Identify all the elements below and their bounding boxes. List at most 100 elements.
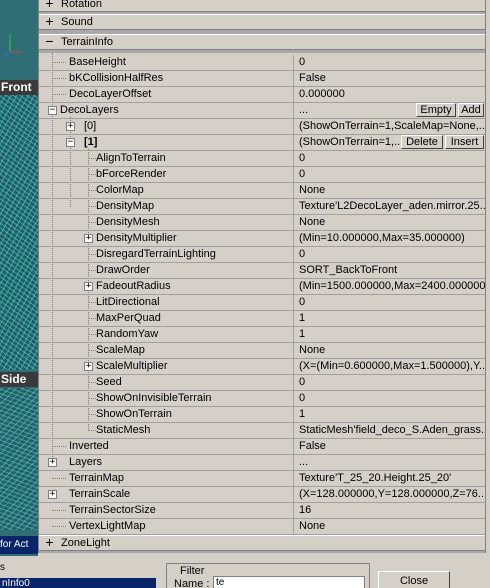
property-value[interactable]: 1 <box>294 407 485 422</box>
property-value[interactable]: (Min=1500.000000,Max=2400.000000) <box>294 279 485 294</box>
category-sound[interactable]: + Sound <box>39 14 485 30</box>
property-row-decolayer-1[interactable]: − [1] (ShowOnTerrain=1,... Delete Insert <box>39 135 485 151</box>
property-value[interactable]: None <box>294 183 485 198</box>
property-row-vertexlightmap[interactable]: VertexLightMap None <box>39 519 485 535</box>
property-row-terrainmap[interactable]: TerrainMap Texture'T_25_20.Height.25_20' <box>39 471 485 487</box>
property-name: DensityMap <box>96 200 155 212</box>
property-value[interactable]: ... <box>294 455 485 470</box>
expand-icon[interactable]: + <box>66 122 75 131</box>
property-name: DisregardTerrainLighting <box>96 248 216 260</box>
property-value[interactable]: Texture'T_25_20.Height.25_20' <box>294 471 485 486</box>
property-row-showonterrain[interactable]: ShowOnTerrain 1 <box>39 407 485 423</box>
expand-icon[interactable]: + <box>48 458 57 467</box>
property-row-terrainsectorsize[interactable]: TerrainSectorSize 16 <box>39 503 485 519</box>
property-row-scalemultiplier[interactable]: + ScaleMultiplier (X=(Min=0.600000,Max=1.… <box>39 359 485 375</box>
property-row-scalemap[interactable]: ScaleMap None <box>39 343 485 359</box>
property-name: TerrainMap <box>69 472 125 484</box>
property-value[interactable]: Texture'L2DecoLayer_aden.mirror.25... <box>294 199 485 214</box>
property-row-decolayeroffset[interactable]: DecoLayerOffset 0.000000 <box>39 87 485 103</box>
property-name: [1] <box>84 136 98 148</box>
scrollbar[interactable] <box>485 0 490 553</box>
property-value[interactable]: 0 <box>294 295 485 310</box>
property-row-layers[interactable]: + Layers ... <box>39 455 485 471</box>
name-label: Name : <box>174 578 210 588</box>
property-value[interactable]: 0.000000 <box>294 87 485 102</box>
property-value[interactable]: SORT_BackToFront <box>294 263 485 278</box>
property-row-bkcollisionhalfres[interactable]: bKCollisionHalfRes False <box>39 71 485 87</box>
property-value[interactable]: 0 <box>294 375 485 390</box>
property-row-decolayers[interactable]: − DecoLayers ... Empty Add <box>39 103 485 119</box>
property-value[interactable]: 1 <box>294 327 485 342</box>
property-name: AlignToTerrain <box>96 152 166 164</box>
collapse-icon[interactable]: − <box>44 34 55 48</box>
property-row-randomyaw[interactable]: RandomYaw 1 <box>39 327 485 343</box>
property-row-fadeoutradius[interactable]: + FadeoutRadius (Min=1500.000000,Max=2400… <box>39 279 485 295</box>
property-row-densitymultiplier[interactable]: + DensityMultiplier (Min=10.000000,Max=35… <box>39 231 485 247</box>
property-value[interactable]: 0 <box>294 247 485 262</box>
collapse-icon[interactable]: − <box>66 138 75 147</box>
property-row-densitymap[interactable]: DensityMap Texture'L2DecoLayer_aden.mirr… <box>39 199 485 215</box>
property-value[interactable]: False <box>294 71 485 86</box>
property-value[interactable]: (X=(Min=0.600000,Max=1.500000),Y... <box>294 359 485 374</box>
expand-icon[interactable]: + <box>84 282 93 291</box>
property-name: DecoLayers <box>60 104 119 116</box>
property-name: StaticMesh <box>96 424 151 436</box>
property-row-aligntoterrain[interactable]: AlignToTerrain 0 <box>39 151 485 167</box>
expand-icon[interactable]: + <box>84 234 93 243</box>
category-rotation[interactable]: + Rotation <box>39 0 485 12</box>
property-row-inverted[interactable]: Inverted False <box>39 439 485 455</box>
property-row-bforcerender[interactable]: bForceRender 0 <box>39 167 485 183</box>
category-terraininfo[interactable]: − TerrainInfo <box>39 34 485 50</box>
property-row-maxperquad[interactable]: MaxPerQuad 1 <box>39 311 485 327</box>
property-name: TerrainScale <box>69 488 131 500</box>
filter-title: Filter <box>178 565 207 577</box>
insert-button[interactable]: Insert <box>445 135 484 149</box>
property-value[interactable]: 1 <box>294 311 485 326</box>
add-button[interactable]: Add <box>458 103 484 117</box>
property-value[interactable]: ... <box>294 103 485 118</box>
property-row-colormap[interactable]: ColorMap None <box>39 183 485 199</box>
property-row-baseheight[interactable]: BaseHeight 0 <box>39 55 485 71</box>
property-value[interactable]: (ShowOnTerrain=1,ScaleMap=None,... <box>294 119 485 134</box>
property-value[interactable]: (X=128.000000,Y=128.000000,Z=76... <box>294 487 485 502</box>
editor-viewport[interactable]: Front Side <box>0 0 38 588</box>
property-value[interactable]: 0 <box>294 55 485 70</box>
property-row-seed[interactable]: Seed 0 <box>39 375 485 391</box>
property-row-staticmesh[interactable]: StaticMesh StaticMesh'field_deco_S.Aden_… <box>39 423 485 439</box>
property-value[interactable]: (Min=10.000000,Max=35.000000) <box>294 231 485 246</box>
property-value[interactable]: 0 <box>294 167 485 182</box>
expand-icon[interactable]: + <box>84 362 93 371</box>
window-border <box>38 553 490 556</box>
category-label: Sound <box>61 16 93 28</box>
collapse-icon[interactable]: − <box>48 106 57 115</box>
property-row-densitymesh[interactable]: DensityMesh None <box>39 215 485 231</box>
empty-button[interactable]: Empty <box>416 103 456 117</box>
property-row-disregardterrainlighting[interactable]: DisregardTerrainLighting 0 <box>39 247 485 263</box>
property-value[interactable]: 0 <box>294 391 485 406</box>
property-row-decolayer-0[interactable]: + [0] (ShowOnTerrain=1,ScaleMap=None,... <box>39 119 485 135</box>
terrain-wireframe <box>0 95 38 370</box>
list-item-selected[interactable]: nInfo0 <box>0 578 156 588</box>
category-zonelight[interactable]: + ZoneLight <box>39 535 485 551</box>
property-name: bForceRender <box>96 168 167 180</box>
property-name: Inverted <box>69 440 109 452</box>
close-button[interactable]: Close <box>378 571 450 588</box>
property-row-showoninvisibleterrain[interactable]: ShowOnInvisibleTerrain 0 <box>39 391 485 407</box>
expand-icon[interactable]: + <box>44 535 55 549</box>
property-row-terrainscale[interactable]: + TerrainScale (X=128.000000,Y=128.000000… <box>39 487 485 503</box>
property-value[interactable]: None <box>294 215 485 230</box>
property-value[interactable]: 0 <box>294 151 485 166</box>
property-name: ScaleMap <box>96 344 145 356</box>
property-value[interactable]: None <box>294 343 485 358</box>
name-filter-input[interactable]: te <box>213 576 365 588</box>
property-row-draworder[interactable]: DrawOrder SORT_BackToFront <box>39 263 485 279</box>
delete-button[interactable]: Delete <box>401 135 443 149</box>
expand-icon[interactable]: + <box>48 490 57 499</box>
property-value[interactable]: None <box>294 519 485 534</box>
expand-icon[interactable]: + <box>44 14 55 28</box>
expand-icon[interactable]: + <box>44 0 55 10</box>
property-value[interactable]: False <box>294 439 485 454</box>
property-value[interactable]: 16 <box>294 503 485 518</box>
property-value[interactable]: StaticMesh'field_deco_S.Aden_grass... <box>294 423 485 438</box>
property-row-litdirectional[interactable]: LitDirectional 0 <box>39 295 485 311</box>
